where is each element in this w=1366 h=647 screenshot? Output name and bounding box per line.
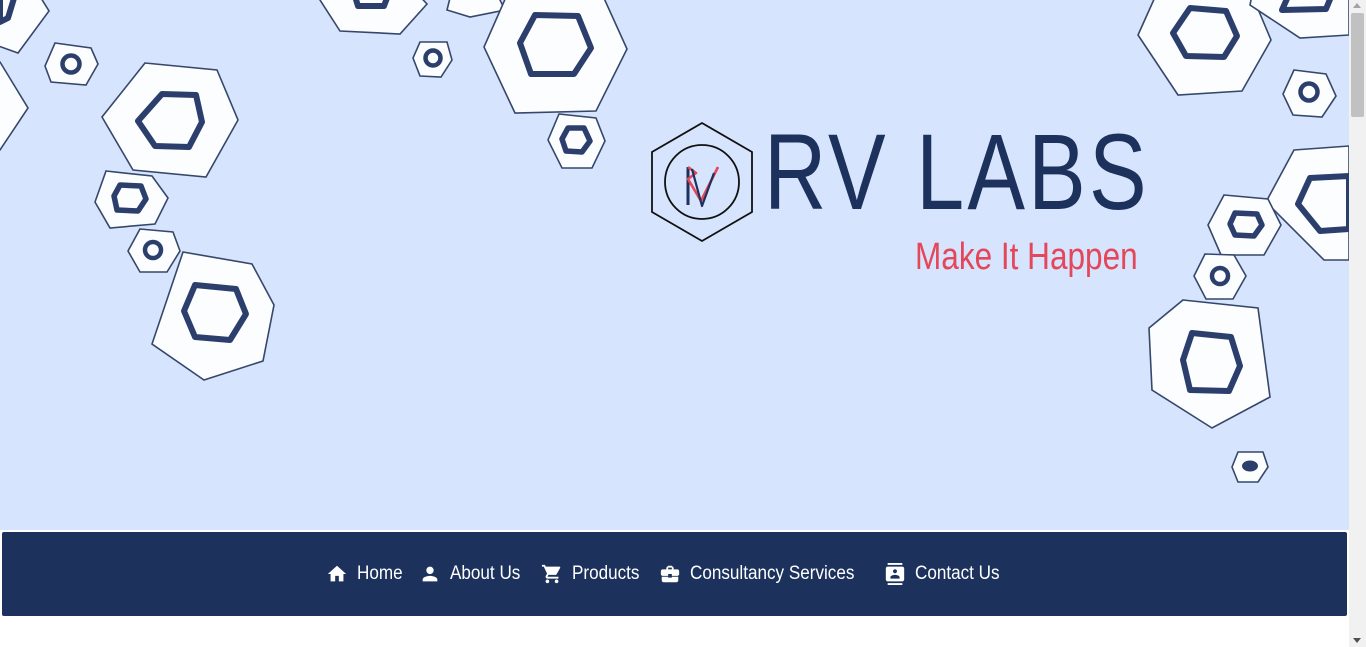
scrollbar-thumb[interactable] bbox=[1351, 13, 1364, 117]
briefcase-icon bbox=[659, 563, 681, 585]
nav-item-home[interactable]: Home bbox=[326, 563, 402, 585]
cart-icon bbox=[541, 563, 563, 585]
brand-tagline: Make It Happen bbox=[915, 236, 1138, 278]
main-navigation: Home About Us Products Consultancy Servi… bbox=[2, 532, 1347, 616]
nav-item-label: About Us bbox=[450, 563, 521, 584]
nav-item-consultancy-services[interactable]: Consultancy Services bbox=[659, 563, 867, 585]
scroll-down-arrow-icon[interactable] bbox=[1353, 638, 1361, 643]
home-icon bbox=[326, 563, 348, 585]
vertical-scrollbar[interactable] bbox=[1349, 0, 1366, 647]
nav-list: Home About Us Products Consultancy Servi… bbox=[317, 563, 1013, 585]
scroll-up-arrow-icon[interactable] bbox=[1353, 3, 1361, 8]
contact-card-icon bbox=[884, 563, 906, 585]
nav-item-label: Home bbox=[356, 563, 403, 584]
person-icon bbox=[419, 563, 441, 585]
rv-hexagon-logo-icon bbox=[651, 121, 753, 243]
nav-item-label: Contact Us bbox=[915, 563, 1000, 584]
nav-item-about-us[interactable]: About Us bbox=[419, 563, 522, 585]
brand-title: RV LABS bbox=[764, 111, 1150, 232]
hexagon-pattern-background bbox=[0, 0, 1349, 483]
nav-item-products[interactable]: Products bbox=[541, 563, 641, 585]
nav-item-label: Products bbox=[571, 563, 640, 584]
hero-banner: RV LABS Make It Happen bbox=[0, 0, 1349, 530]
nav-item-label: Consultancy Services bbox=[689, 563, 854, 584]
nav-item-contact-us[interactable]: Contact Us bbox=[884, 563, 1003, 585]
